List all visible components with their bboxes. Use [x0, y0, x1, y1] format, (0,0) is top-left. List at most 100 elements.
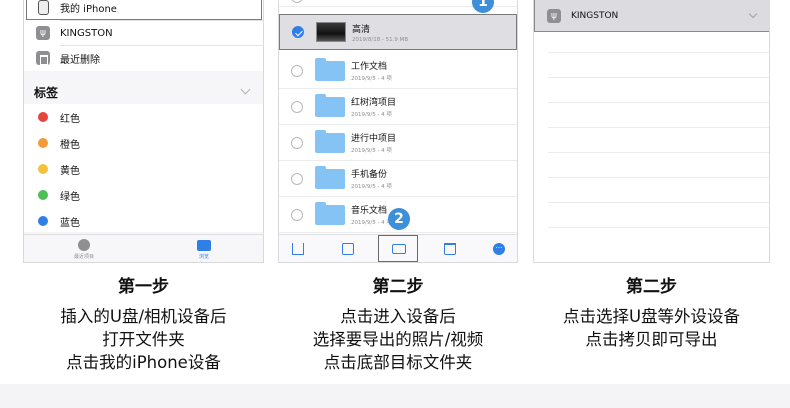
file-name: 红树湾项目 [351, 98, 397, 108]
chevron-down-icon[interactable] [748, 9, 758, 19]
tag-label: 绿色 [60, 191, 80, 203]
tag-red[interactable]: 红色 [24, 104, 263, 130]
folder-icon [315, 57, 345, 81]
step-badge-2: 2 [388, 208, 410, 230]
file-name: 手机备份 [351, 170, 388, 180]
green-dot-icon [38, 190, 48, 200]
trash-icon [36, 51, 50, 65]
selection-outline [26, 0, 262, 20]
divider [548, 152, 769, 153]
folder-icon [315, 201, 345, 225]
file-name: 进行中项目 [351, 134, 397, 144]
file-row-work-docs[interactable]: 工作文档 2019/9/5 - 4 项 [279, 53, 517, 89]
folder-icon [315, 165, 345, 189]
empty-folder-list [534, 32, 769, 262]
usb-drive-icon: ψ [36, 26, 50, 40]
step-text: 点击选择U盘等外设设备 [562, 307, 741, 326]
tag-label: 红色 [60, 113, 80, 125]
radio-button[interactable] [291, 208, 303, 221]
tab-recents[interactable]: 最近项目 [54, 239, 114, 260]
file-meta: 2019/9/5 - 4 项 [351, 76, 392, 82]
location-kingston[interactable]: ψ KINGSTON [534, 0, 769, 32]
tab-bar: 最近项目 浏览 [24, 234, 263, 262]
files-app-location-screenshot: ψ KINGSTON [533, 0, 770, 263]
orange-dot-icon [38, 138, 48, 148]
step-text: 点击底部目标文件夹 [323, 353, 473, 372]
file-meta: 2019/9/5 - 4 项 [351, 184, 392, 190]
file-meta: 2019/9/5 - 4 项 [351, 148, 392, 154]
tag-green[interactable]: 绿色 [24, 182, 263, 208]
location-label: KINGSTON [60, 27, 113, 39]
radio-button[interactable] [291, 172, 303, 185]
footer-strip [0, 384, 790, 408]
chevron-down-icon[interactable] [240, 84, 251, 95]
locations-list: 我的 iPhone ψ KINGSTON 最近删除 [24, 0, 263, 71]
file-meta: 2019/9/5 - 4 项 [351, 112, 392, 118]
folder-icon [197, 240, 211, 251]
step-caption-3: 第二步 点击选择U盘等外设设备 点击拷贝即可导出 [523, 272, 780, 351]
step-title: 第二步 [372, 277, 424, 297]
radio-button[interactable] [291, 100, 303, 113]
step-caption-1: 第一步 插入的U盘/相机设备后 打开文件夹 点击我的iPhone设备 [23, 272, 264, 374]
step-title: 第一步 [118, 277, 169, 297]
folder-icon [315, 93, 345, 117]
bottom-toolbar: ··· [279, 234, 517, 262]
step-text: 点击我的iPhone设备 [66, 353, 221, 372]
divider [548, 102, 769, 103]
file-row-gaoqing[interactable]: 高清 2019/8/18 - 51.9 MB [279, 14, 517, 50]
tag-label: 黄色 [60, 165, 80, 177]
files-app-file-list-screenshot: 高清 2019/8/18 - 51.9 MB 工作文档 2019/9/5 - 4… [278, 0, 518, 263]
step-badge-1: 1 [472, 0, 494, 13]
divider [548, 77, 769, 78]
share-icon[interactable] [292, 243, 304, 255]
red-dot-icon [38, 112, 48, 122]
trash-icon[interactable] [444, 243, 456, 255]
location-recently-deleted[interactable]: 最近删除 [24, 45, 263, 71]
file-name: 高清 [352, 24, 371, 35]
checkmark-icon[interactable] [292, 26, 304, 38]
step-title: 第二步 [626, 277, 677, 297]
file-name: 音乐文档 [351, 206, 388, 216]
video-thumbnail [316, 22, 346, 42]
file-row-phone-backup[interactable]: 手机备份 2019/9/5 - 4 项 [279, 161, 517, 197]
location-kingston[interactable]: ψ KINGSTON [24, 20, 263, 46]
step-caption-2: 第二步 点击进入设备后 选择要导出的照片/视频 点击底部目标文件夹 [268, 272, 528, 374]
divider [548, 227, 769, 228]
clock-icon [78, 239, 90, 251]
tab-label: 浏览 [198, 254, 209, 260]
tag-label: 蓝色 [60, 217, 80, 229]
tab-browse[interactable]: 浏览 [174, 240, 234, 260]
divider [548, 52, 769, 53]
tag-label: 橙色 [60, 139, 80, 151]
location-label: KINGSTON [571, 10, 619, 21]
file-row-in-progress[interactable]: 进行中项目 2019/9/5 - 4 项 [279, 125, 517, 161]
blue-dot-icon [38, 216, 48, 226]
yellow-dot-icon [38, 164, 48, 174]
radio-button[interactable] [291, 64, 303, 77]
tag-yellow[interactable]: 黄色 [24, 156, 263, 182]
divider [548, 202, 769, 203]
file-name: 工作文档 [351, 62, 388, 72]
divider [548, 177, 769, 178]
radio-button[interactable] [291, 136, 303, 149]
divider [548, 127, 769, 128]
tab-label: 最近项目 [73, 254, 94, 260]
tags-section-header: 标签 [34, 86, 59, 100]
step-text: 点击进入设备后 [340, 307, 456, 326]
step-text: 选择要导出的照片/视频 [312, 330, 484, 349]
file-row-hongshuwan[interactable]: 红树湾项目 2019/9/5 - 4 项 [279, 89, 517, 125]
tag-orange[interactable]: 橙色 [24, 130, 263, 156]
files-app-sidebar-screenshot: 我的 iPhone ψ KINGSTON 最近删除 标签 红色 橙色 黄色 绿色… [23, 0, 264, 263]
move-button-highlight [378, 235, 418, 262]
step-text: 点击拷贝即可导出 [585, 330, 718, 349]
more-icon[interactable]: ··· [493, 243, 505, 255]
file-meta: 2019/8/18 - 51.9 MB [352, 36, 409, 43]
duplicate-icon[interactable] [342, 243, 354, 255]
radio-button[interactable] [291, 0, 303, 3]
step-text: 打开文件夹 [102, 330, 185, 349]
folder-icon [315, 129, 345, 153]
location-label: 最近删除 [60, 54, 100, 66]
tag-blue[interactable]: 蓝色 [24, 208, 263, 234]
usb-drive-icon: ψ [547, 8, 561, 23]
step-text: 插入的U盘/相机设备后 [60, 307, 227, 326]
